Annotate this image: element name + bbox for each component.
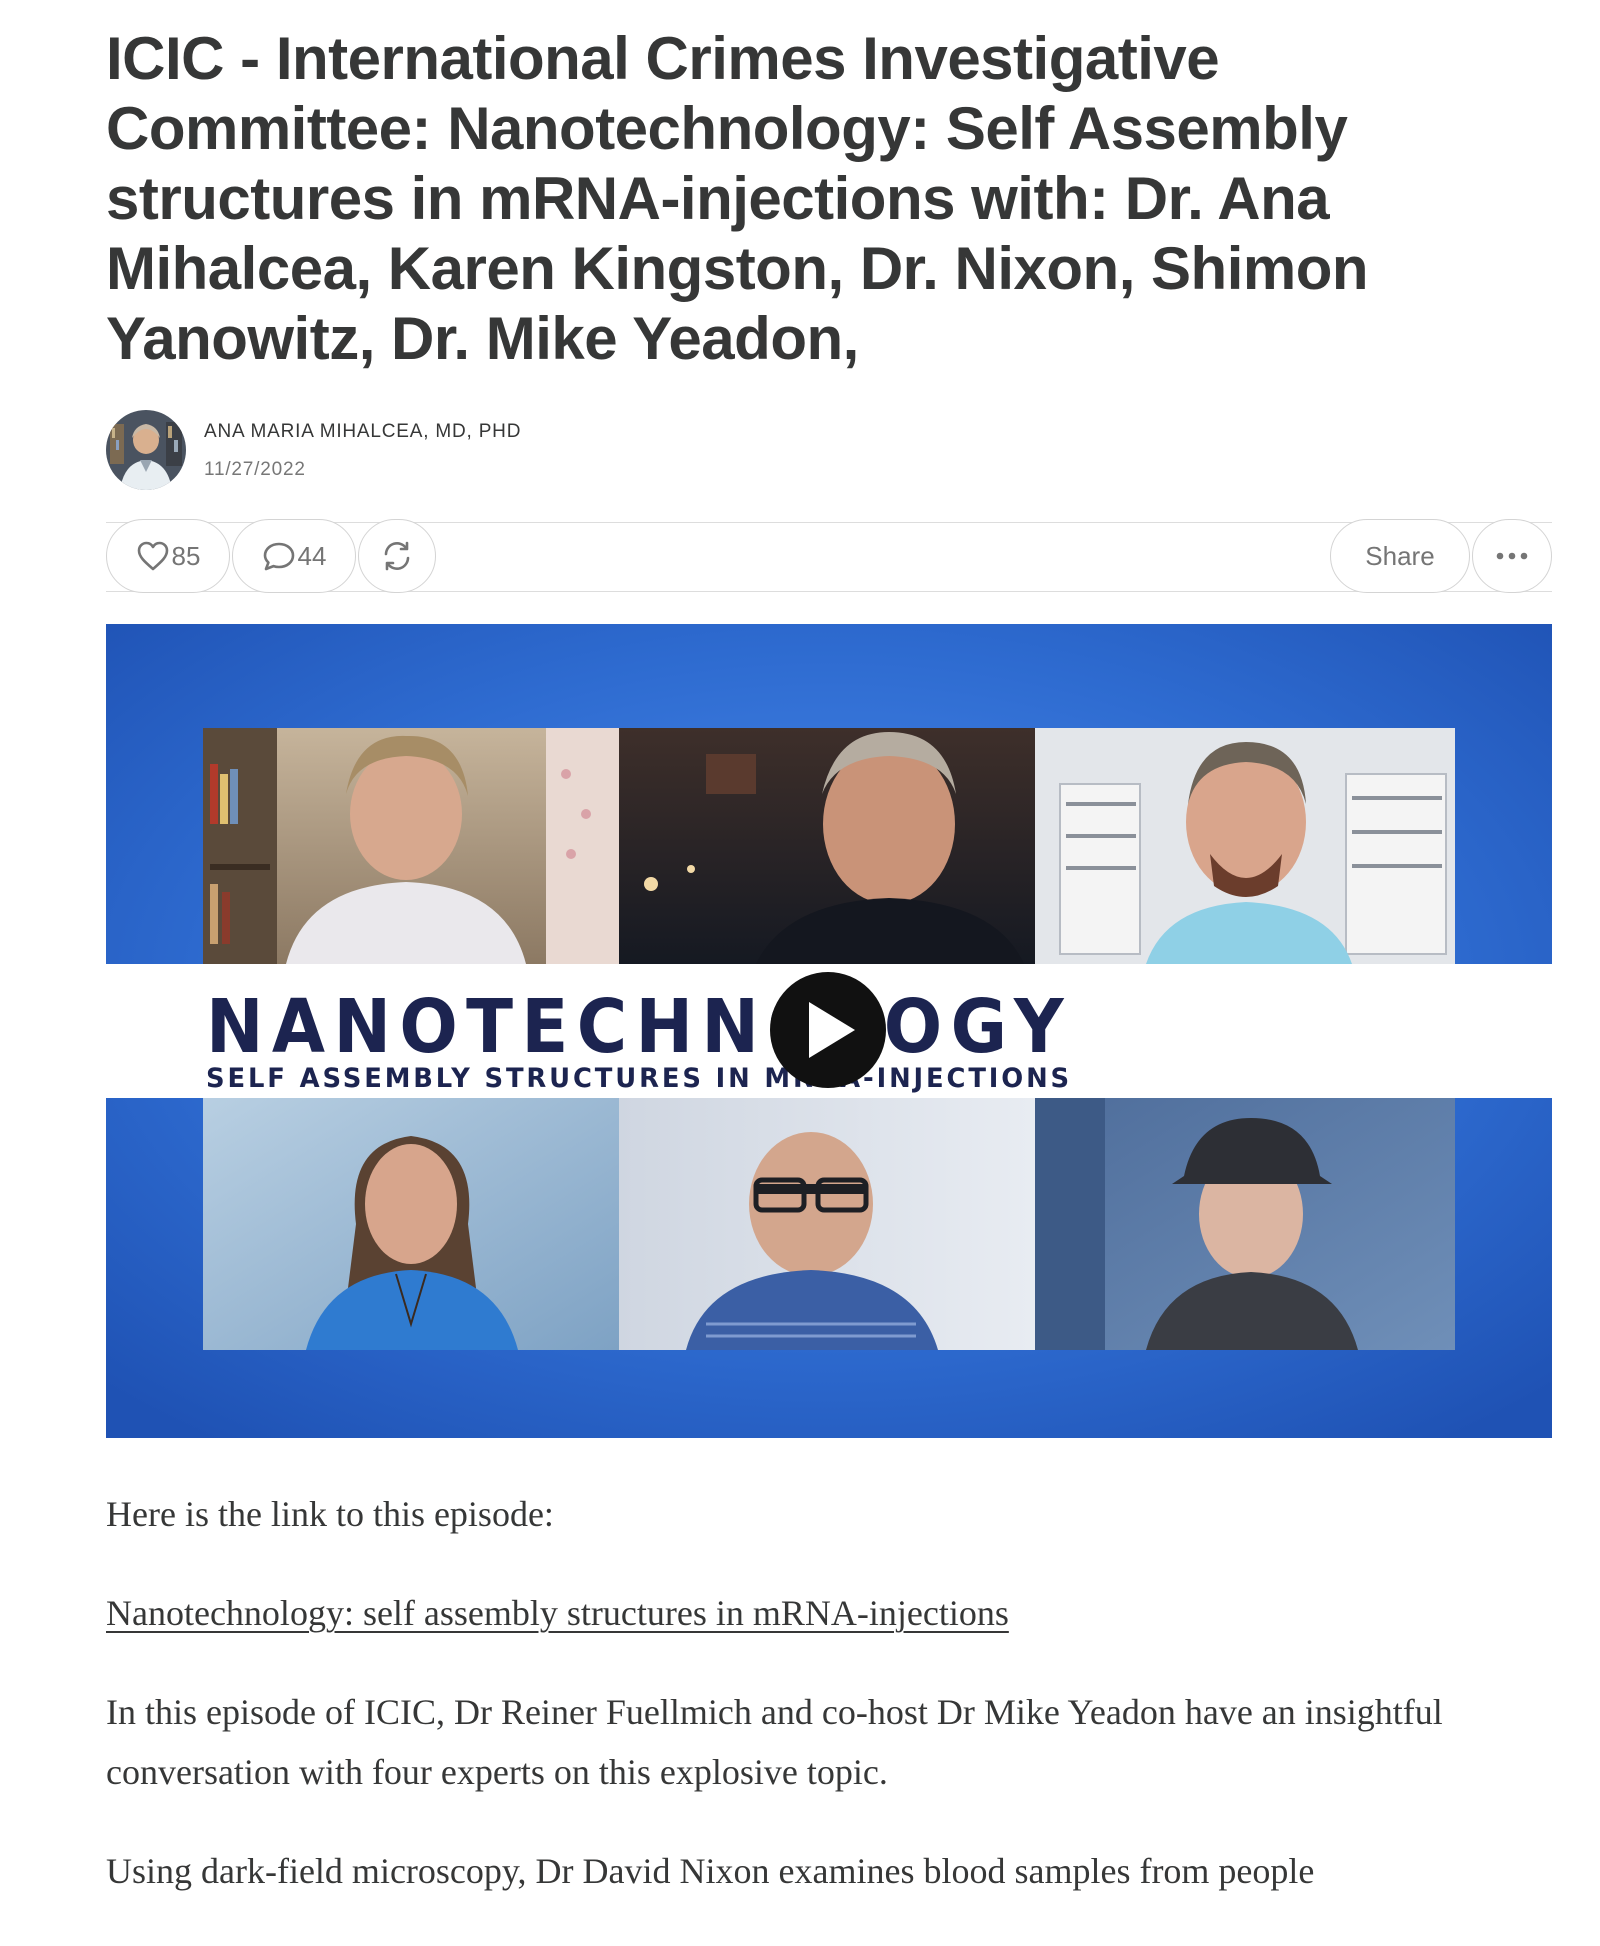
restack-icon xyxy=(380,539,414,573)
body-paragraph-2: Using dark-field microscopy, Dr David Ni… xyxy=(106,1851,1315,1891)
post-title: ICIC - International Crimes Investigativ… xyxy=(106,25,1369,372)
share-label: Share xyxy=(1365,540,1435,571)
post-date: 11/27/2022 xyxy=(204,458,306,480)
author-avatar[interactable] xyxy=(106,410,186,490)
participant-frame-6 xyxy=(1035,1098,1455,1350)
like-count: 85 xyxy=(171,540,201,571)
restack-button[interactable] xyxy=(358,519,436,593)
participant-frame-2 xyxy=(619,728,1035,964)
author-name[interactable]: ANA MARIA MIHALCEA, MD, PHD xyxy=(204,419,521,445)
episode-link-paragraph: Nanotechnology: self assembly structures… xyxy=(106,1583,1552,1643)
comment-button[interactable]: 44 xyxy=(232,519,356,593)
share-button[interactable]: Share xyxy=(1330,519,1470,593)
ellipsis-icon xyxy=(1494,551,1530,561)
more-options-button[interactable] xyxy=(1472,519,1552,593)
video-subtitle-text: SELF ASSEMBLY STRUCTURES IN MRNA-INJECTI… xyxy=(206,1063,1072,1094)
video-title-text: NANOTECHNOLOGY xyxy=(206,984,1072,1070)
participant-frame-4 xyxy=(203,1098,619,1350)
play-icon[interactable] xyxy=(770,972,886,1088)
body-paragraph-1: In this episode of ICIC, Dr Reiner Fuell… xyxy=(106,1692,1443,1792)
post-body: Here is the link to this episode: Nanote… xyxy=(106,1484,1552,1940)
comment-bubble-icon xyxy=(262,540,296,572)
article: ICIC - International Crimes Investigativ… xyxy=(106,0,1552,1891)
participant-frame-1 xyxy=(203,728,619,964)
participant-frame-3 xyxy=(1035,728,1455,964)
byline: ANA MARIA MIHALCEA, MD, PHD 11/27/2022 xyxy=(106,410,521,490)
episode-link[interactable]: Nanotechnology: self assembly structures… xyxy=(106,1593,1009,1633)
participant-frame-5 xyxy=(619,1098,1035,1350)
post-action-bar: 85 44 Share xyxy=(106,519,1552,593)
like-button[interactable]: 85 xyxy=(106,519,230,593)
comment-count: 44 xyxy=(297,540,327,571)
intro-paragraph: Here is the link to this episode: xyxy=(106,1494,554,1534)
video-embed[interactable]: NANOTECHNOLOGY SELF ASSEMBLY STRUCTURES … xyxy=(106,624,1552,1438)
heart-icon xyxy=(136,540,170,572)
byline-text: ANA MARIA MIHALCEA, MD, PHD 11/27/2022 xyxy=(204,419,521,482)
